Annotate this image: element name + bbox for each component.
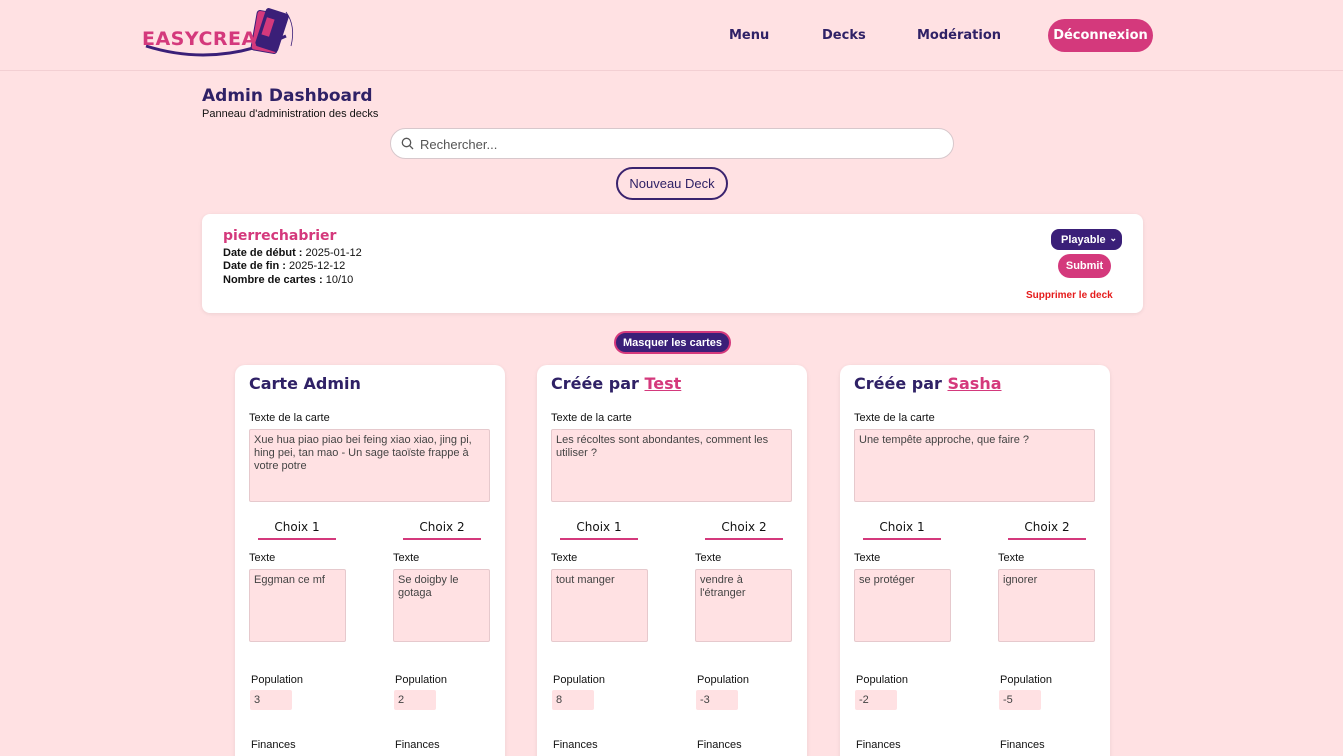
deck-end-date: Date de fin : 2025-12-12 <box>223 260 346 272</box>
choice1-text-field[interactable]: Eggman ce mf <box>249 569 346 642</box>
scenario-card: Créée par Test Texte de la carte Les réc… <box>537 365 807 756</box>
page-title: Admin Dashboard <box>202 86 373 106</box>
search-bar <box>390 128 954 159</box>
top-navbar: EASYCREA Menu Decks Modération Déconnexi… <box>0 0 1343 71</box>
choice1-finances-label: Finances <box>251 739 296 751</box>
choice2-finances-label: Finances <box>1000 739 1045 751</box>
page-subtitle: Panneau d'administration des decks <box>202 108 379 120</box>
logout-button[interactable]: Déconnexion <box>1048 19 1153 52</box>
card-author-link[interactable]: Test <box>644 374 681 393</box>
scenario-card: Créée par Sasha Texte de la carte Une te… <box>840 365 1110 756</box>
card-author-link[interactable]: Sasha <box>947 374 1001 393</box>
choice1-population-label: Population <box>251 674 303 686</box>
logo-text: EASYCREA <box>142 28 257 50</box>
deck-card-count: Nombre de cartes : 10/10 <box>223 274 354 286</box>
choice2-text-field[interactable]: ignorer <box>998 569 1095 642</box>
choice2-population-input[interactable] <box>696 690 738 710</box>
deck-start-date: Date de début : 2025-12-122025-01-12 <box>223 247 362 259</box>
card-text-label: Texte de la carte <box>551 412 632 424</box>
delete-deck-link[interactable]: Supprimer le deck <box>1026 290 1113 301</box>
choice1-population-input[interactable] <box>250 690 292 710</box>
search-input[interactable] <box>420 133 940 155</box>
choice1-heading: Choix 1 <box>560 520 638 540</box>
status-value: Playable <box>1061 233 1106 246</box>
choice2-population-label: Population <box>697 674 749 686</box>
choice1-population-label: Population <box>856 674 908 686</box>
card-text-label: Texte de la carte <box>249 412 330 424</box>
deck-card: pierrechabrier Date de début : 2025-12-1… <box>202 214 1143 313</box>
choice2-text-field[interactable]: Se doigby le gotaga <box>393 569 490 642</box>
nav-decks[interactable]: Decks <box>822 28 866 43</box>
card-text-label: Texte de la carte <box>854 412 935 424</box>
deck-name: pierrechabrier <box>223 228 337 244</box>
new-deck-button[interactable]: Nouveau Deck <box>616 167 728 200</box>
card-title: Carte Admin <box>249 374 361 393</box>
choice2-text-label: Texte <box>393 552 420 564</box>
choice1-text-field[interactable]: tout manger <box>551 569 648 642</box>
choice2-population-label: Population <box>395 674 447 686</box>
nav-moderation[interactable]: Modération <box>917 28 1001 43</box>
choice2-population-input[interactable] <box>999 690 1041 710</box>
card-title: Créée par Test <box>551 374 682 393</box>
choice1-population-input[interactable] <box>552 690 594 710</box>
choice2-population-input[interactable] <box>394 690 436 710</box>
card-text-field[interactable]: Xue hua piao piao bei feing xiao xiao, j… <box>249 429 490 502</box>
submit-button[interactable]: Submit <box>1058 254 1111 278</box>
choice1-population-label: Population <box>553 674 605 686</box>
choice2-text-field[interactable]: vendre à l'étranger <box>695 569 792 642</box>
choice1-text-label: Texte <box>249 552 276 564</box>
choice1-heading: Choix 1 <box>863 520 941 540</box>
choice2-finances-label: Finances <box>395 739 440 751</box>
choice1-population-input[interactable] <box>855 690 897 710</box>
deck-status-select[interactable]: Playable ⌄ <box>1051 229 1122 250</box>
choice1-finances-label: Finances <box>856 739 901 751</box>
search-icon <box>401 137 414 150</box>
easycrea-logo[interactable]: EASYCREA <box>136 6 302 66</box>
nav-menu[interactable]: Menu <box>729 28 769 43</box>
choice2-text-label: Texte <box>998 552 1025 564</box>
choice2-heading: Choix 2 <box>705 520 783 540</box>
card-text-field[interactable]: Les récoltes sont abondantes, comment le… <box>551 429 792 502</box>
scenario-card: Carte Admin Texte de la carte Xue hua pi… <box>235 365 505 756</box>
choice2-population-label: Population <box>1000 674 1052 686</box>
choice2-heading: Choix 2 <box>1008 520 1086 540</box>
choice1-finances-label: Finances <box>553 739 598 751</box>
choice1-text-label: Texte <box>551 552 578 564</box>
choice2-heading: Choix 2 <box>403 520 481 540</box>
hide-cards-button[interactable]: Masquer les cartes <box>614 331 731 354</box>
choice1-text-label: Texte <box>854 552 881 564</box>
choice1-text-field[interactable]: se protéger <box>854 569 951 642</box>
choice2-text-label: Texte <box>695 552 722 564</box>
card-title: Créée par Sasha <box>854 374 1002 393</box>
chevron-down-icon: ⌄ <box>1109 233 1117 243</box>
choice2-finances-label: Finances <box>697 739 742 751</box>
card-text-field[interactable]: Une tempête approche, que faire ? <box>854 429 1095 502</box>
choice1-heading: Choix 1 <box>258 520 336 540</box>
